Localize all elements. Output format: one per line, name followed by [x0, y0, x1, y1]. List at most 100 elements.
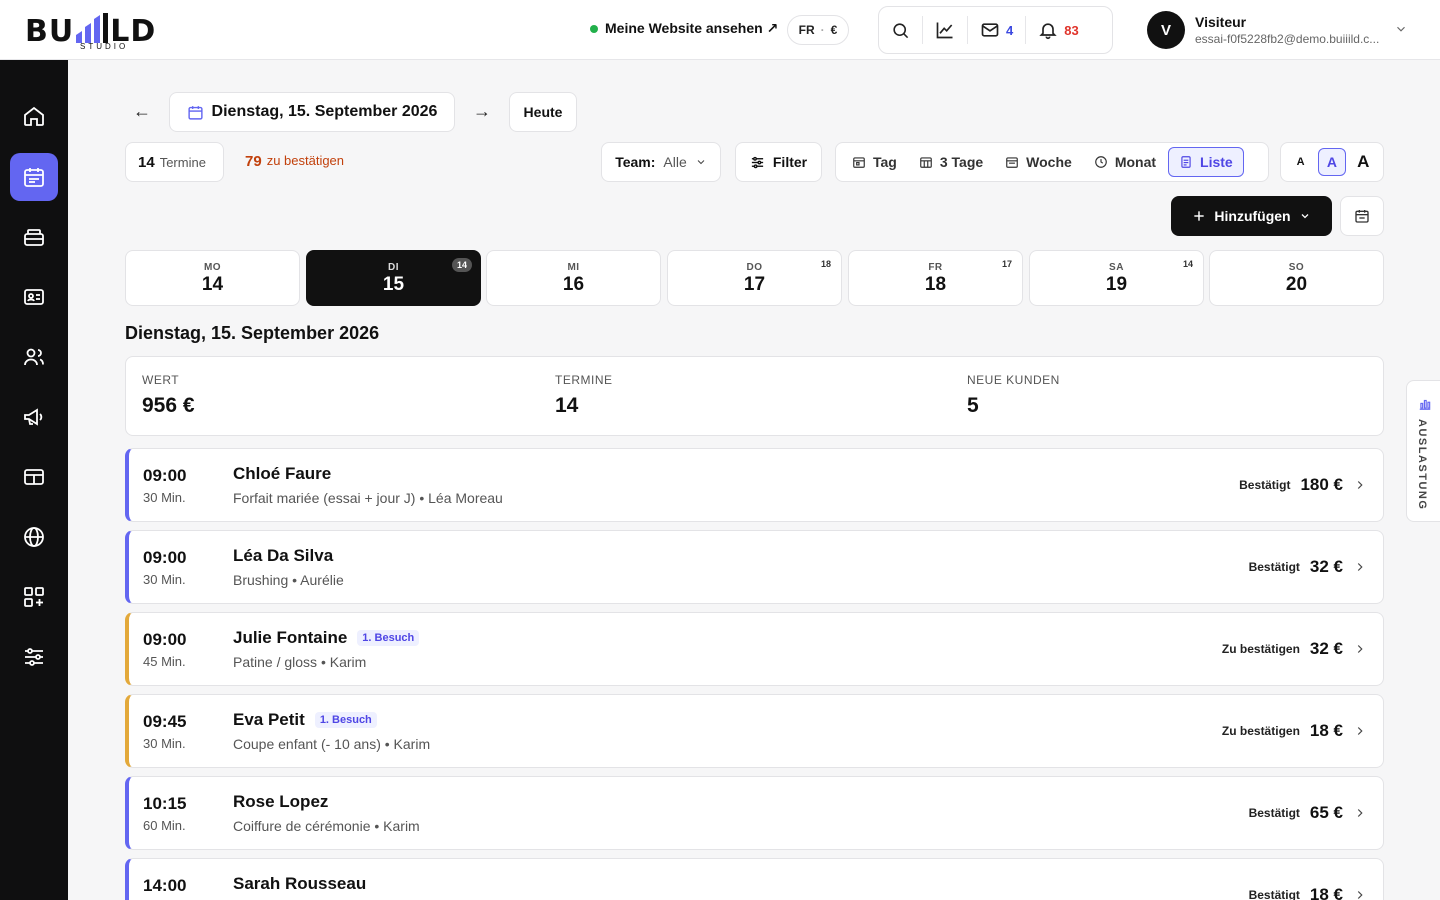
appointment-row[interactable]: 09:45 30 Min. Eva Petit 1. Besuch Coupe e… [125, 694, 1384, 768]
logo-text-left: BU [25, 14, 75, 49]
summary-label: NEUE KUNDEN [967, 373, 1060, 387]
appointments-count-badge: 14 Termine [125, 142, 224, 182]
notifications-button[interactable]: 83 [1026, 16, 1090, 44]
view-list[interactable]: Liste [1168, 147, 1244, 177]
appointment-row[interactable]: 14:00 Sarah Rousseau Bestätigt 18 € [125, 858, 1384, 900]
chevron-right-icon [1357, 809, 1363, 817]
sidebar-item-giftcards[interactable] [10, 453, 58, 501]
sidebar-item-marketing[interactable] [10, 393, 58, 441]
date-picker-button[interactable]: Dienstag, 15. September 2026 [169, 92, 455, 132]
sidebar-item-clients[interactable] [10, 273, 58, 321]
day-tab-sat[interactable]: 14 SA 19 [1029, 250, 1204, 306]
pending-link[interactable]: 79 zu bestätigen [245, 153, 344, 170]
chevron-down-icon [697, 160, 705, 165]
calendar-sync-button[interactable] [1340, 196, 1384, 236]
chevron-down-icon [1301, 214, 1309, 219]
logo[interactable]: BU LD STUDIO [25, 9, 185, 51]
day-tab-wed[interactable]: MI 16 [486, 250, 661, 306]
today-button[interactable]: Heute [509, 92, 577, 132]
sidebar-item-team[interactable] [10, 333, 58, 381]
appointment-meta: Bestätigt 32 € [1249, 557, 1367, 577]
text-size-small[interactable]: A [1287, 148, 1315, 176]
appointment-meta: Bestätigt 18 € [1249, 885, 1367, 900]
appointment-duration: 30 Min. [143, 572, 186, 587]
stats-button[interactable] [923, 16, 968, 44]
day-tab-mon[interactable]: MO 14 [125, 250, 300, 306]
notifications-count: 83 [1064, 22, 1079, 38]
status-badge: Bestätigt [1248, 888, 1300, 900]
chevron-right-icon [1357, 481, 1363, 489]
appointments-label: Termine [159, 154, 206, 170]
sidebar-item-cashier[interactable] [10, 213, 58, 261]
view-week[interactable]: Woche [995, 147, 1082, 177]
view-3days[interactable]: 3 Tage [909, 147, 993, 177]
appointment-row[interactable]: 09:00 45 Min. Julie Fontaine 1. Besuch Pa… [125, 612, 1384, 686]
language-currency-switch[interactable]: FR · € [787, 15, 849, 45]
user-menu[interactable]: V Visiteur essai-f0f5228fb2@demo.buiiild… [1147, 11, 1390, 49]
sidebar-item-website[interactable] [10, 513, 58, 561]
utilization-side-tab[interactable]: AUSLASTUNG [1406, 380, 1440, 522]
sidebar-item-home[interactable] [10, 92, 58, 140]
appointment-service: Coupe enfant (- 10 ans) • Karim [233, 736, 431, 752]
appointment-meta: Zu bestätigen 32 € [1222, 639, 1367, 659]
appointment-row[interactable]: 10:15 60 Min. Rose Lopez Coiffure de cér… [125, 776, 1384, 850]
search-button[interactable] [879, 16, 923, 44]
add-button[interactable]: Hinzufügen [1171, 196, 1332, 236]
team-label: Team: [615, 154, 656, 170]
chevron-right-icon [1357, 563, 1363, 571]
day-tab-sun[interactable]: SO 20 [1209, 250, 1384, 306]
logo-sub: STUDIO [80, 42, 129, 51]
list-icon [1181, 156, 1191, 168]
chart-line-icon [936, 22, 953, 39]
messages-button[interactable]: 4 [968, 16, 1027, 44]
day-tab-fri[interactable]: 17 FR 18 [848, 250, 1023, 306]
day-count-badge: 18 [820, 259, 831, 269]
appointment-row[interactable]: 09:00 30 Min. Chloé Faure Forfait mariée… [125, 448, 1384, 522]
summary-label: TERMINE [555, 373, 613, 387]
text-size-switcher: A A A [1280, 142, 1384, 182]
filter-sliders-icon [751, 156, 763, 168]
online-dot-icon [590, 24, 598, 33]
client-name: Léa Da Silva [233, 546, 334, 565]
register-icon [24, 229, 44, 246]
day-num: 18 [924, 274, 947, 295]
sidebar-item-calendar[interactable] [10, 153, 58, 201]
chevron-right-icon [1357, 727, 1363, 735]
team-select[interactable]: Team: Alle [601, 142, 721, 182]
clock-icon [1094, 156, 1107, 168]
client-name: Sarah Rousseau [233, 874, 367, 893]
next-day-button[interactable]: → [473, 101, 491, 122]
calendar-week-icon [1006, 157, 1019, 168]
day-tab-tue[interactable]: 14 DI 15 [306, 250, 481, 306]
day-tab-thu[interactable]: 18 DO 17 [667, 250, 842, 306]
appointment-duration: 30 Min. [143, 490, 186, 505]
view-list-label: Liste [1200, 154, 1233, 170]
bell-icon [1039, 23, 1057, 40]
sidebar-item-apps[interactable] [10, 573, 58, 621]
text-size-medium[interactable]: A [1317, 148, 1346, 176]
view-month[interactable]: Monat [1084, 147, 1166, 177]
summary-number: 5 [967, 394, 979, 417]
chevron-right-icon [1357, 645, 1363, 653]
day-num: 19 [1105, 274, 1128, 295]
bar-chart-icon [1419, 399, 1431, 410]
day-abbr: MI [567, 262, 580, 273]
mail-icon [981, 23, 999, 37]
filter-button[interactable]: Filter [735, 142, 822, 182]
appointment-duration: 60 Min. [143, 818, 186, 833]
chevron-down-icon[interactable] [1394, 22, 1408, 36]
view-website-link[interactable]: Meine Website ansehen ↗ [590, 20, 778, 37]
add-label: Hinzufügen [1214, 208, 1291, 224]
view-3days-label: 3 Tage [939, 154, 984, 170]
day-count-badge: 14 [1182, 259, 1193, 269]
prev-day-button[interactable]: ← [133, 101, 151, 122]
view-day[interactable]: Tag [842, 147, 907, 177]
appointment-price: 65 € [1309, 803, 1343, 822]
appointment-row[interactable]: 09:00 30 Min. Léa Da Silva Brushing • Au… [125, 530, 1384, 604]
view-website-label: Meine Website ansehen ↗ [605, 20, 779, 36]
day-abbr: DO [746, 262, 763, 273]
summary-value: WERT 956 € [142, 373, 195, 418]
sidebar-item-settings[interactable] [10, 633, 58, 681]
text-size-large[interactable]: A [1349, 148, 1377, 176]
appointment-client: Chloé Faure [233, 464, 331, 484]
